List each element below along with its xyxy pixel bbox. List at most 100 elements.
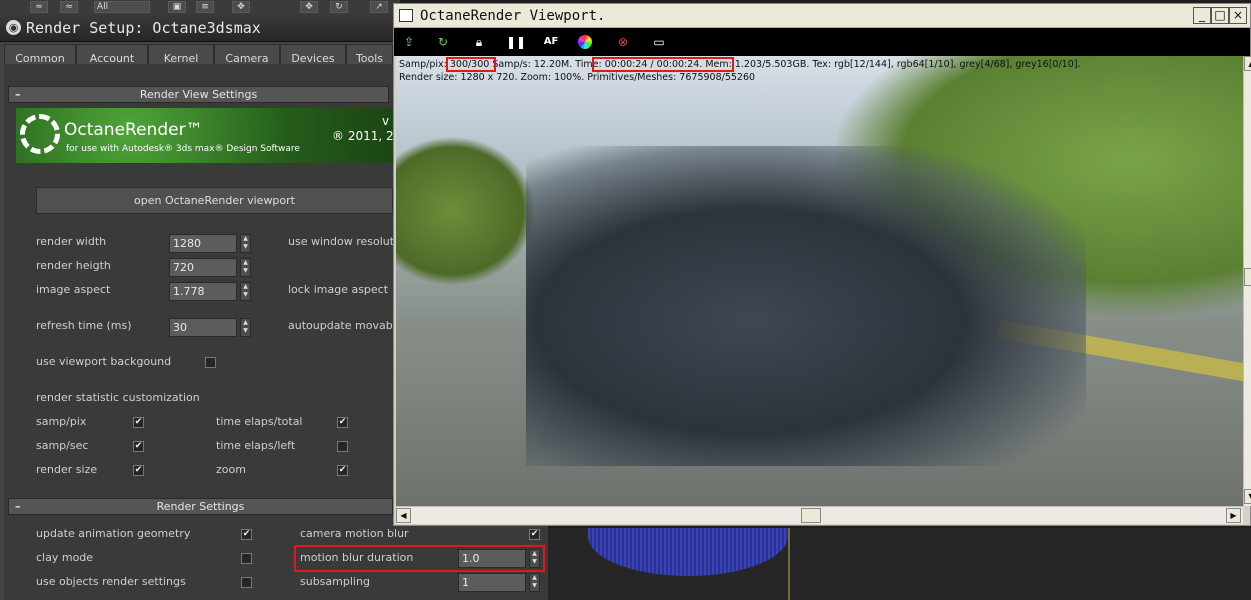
stat-label: render size xyxy=(36,463,98,476)
octane-banner: OctaneRender™ for use with Autodesk® 3ds… xyxy=(16,108,393,163)
octane-logo-icon xyxy=(20,114,60,154)
trees-left xyxy=(396,136,536,286)
version: v xyxy=(382,114,390,128)
update-animation-geometry-checkbox[interactable]: ✔ xyxy=(241,529,252,540)
select-by-name-icon[interactable]: ≡ xyxy=(196,1,214,13)
scroll-down-icon[interactable]: ▼ xyxy=(1244,489,1251,504)
tool-icon[interactable]: ≈ xyxy=(60,1,78,13)
image-aspect-input[interactable]: 1.778 xyxy=(169,282,237,301)
viewport-titlebar[interactable]: OctaneRender Viewport. _ □ × xyxy=(394,4,1250,28)
samp-sec-checkbox[interactable]: ✔ xyxy=(133,441,144,452)
brand-name: OctaneRender™ xyxy=(64,120,203,140)
rollout-title: Render Settings xyxy=(156,500,245,513)
close-button[interactable]: × xyxy=(1229,7,1247,24)
render-height-spinner[interactable]: ▲ ▼ xyxy=(240,258,251,277)
use-viewport-background-label: use viewport backgound xyxy=(36,355,172,368)
scroll-thumb[interactable] xyxy=(1244,268,1251,286)
selection-filter-dropdown[interactable]: All xyxy=(94,1,150,13)
samp-pix-checkbox[interactable]: ✔ xyxy=(133,417,144,428)
scroll-left-icon[interactable]: ◀ xyxy=(396,508,411,523)
brand-subtitle: for use with Autodesk® 3ds max® Design S… xyxy=(66,144,300,154)
scroll-right-icon[interactable]: ▶ xyxy=(1226,508,1241,523)
clay-mode-label: clay mode xyxy=(36,551,94,564)
lock-icon[interactable]: 🔒︎ xyxy=(470,33,488,51)
scroll-thumb[interactable] xyxy=(801,508,821,523)
refresh-icon[interactable]: ↻ xyxy=(434,33,452,51)
render-width-input[interactable]: 1280 xyxy=(169,234,237,253)
stat-label: samp/pix xyxy=(36,415,87,428)
camera-motion-blur-label: camera motion blur xyxy=(300,527,409,540)
collapse-toggle[interactable]: – xyxy=(15,499,21,514)
collapse-toggle[interactable]: – xyxy=(15,87,21,102)
highlight-samp-pix xyxy=(446,57,496,72)
stats-line-1: Samp/pix: 300/300 Samp/s: 12.20M. Time: … xyxy=(399,59,1081,70)
af-icon[interactable]: AF xyxy=(542,33,560,51)
render-view-settings-rollout[interactable]: – Render View Settings xyxy=(8,86,389,103)
color-wheel-icon[interactable] xyxy=(578,35,592,49)
lock-image-aspect-label: lock image aspect xyxy=(288,283,389,296)
camera-motion-blur-checkbox[interactable]: ✔ xyxy=(529,529,540,540)
clay-mode-checkbox[interactable] xyxy=(241,553,252,564)
zoom-checkbox[interactable]: ✔ xyxy=(337,465,348,476)
refresh-time-spinner[interactable]: ▲ ▼ xyxy=(240,318,251,337)
render-size-checkbox[interactable]: ✔ xyxy=(133,465,144,476)
horizontal-scrollbar[interactable]: ◀ ▶ xyxy=(396,506,1243,524)
use-viewport-background-checkbox[interactable] xyxy=(205,357,216,368)
image-aspect-spinner[interactable]: ▲ ▼ xyxy=(240,282,251,301)
window-title: Render Setup: Octane3dsmax xyxy=(26,19,261,37)
window-icon xyxy=(399,9,413,22)
stop-icon[interactable]: ⊗ xyxy=(614,33,632,51)
time-elaps-left-checkbox[interactable] xyxy=(337,441,348,452)
export-icon[interactable]: ⇪ xyxy=(400,33,418,51)
scene-axis-line xyxy=(788,528,790,600)
viewport-toolbar: ⇪ ↻ 🔒︎ ❚❚ AF ⊗ ▭ xyxy=(394,28,1250,56)
update-animation-geometry-label: update animation geometry xyxy=(36,527,191,540)
scroll-up-icon[interactable]: ▲ xyxy=(1244,56,1251,71)
render-width-label: render width xyxy=(36,235,107,248)
stat-customization-header: render statistic customization xyxy=(36,391,200,404)
rollout-title: Render View Settings xyxy=(139,88,258,101)
viewport-title: OctaneRender Viewport. xyxy=(420,8,606,24)
time-elaps-total-checkbox[interactable]: ✔ xyxy=(337,417,348,428)
render-width-spinner[interactable]: ▲ ▼ xyxy=(240,234,251,253)
scale-icon[interactable]: ↗ xyxy=(370,1,388,13)
use-window-resolution-label: use window resolutio xyxy=(288,235,404,248)
highlight-motion-blur xyxy=(294,545,545,572)
highlight-time xyxy=(592,57,734,72)
render-height-input[interactable]: 720 xyxy=(169,258,237,277)
stat-label: time elaps/total xyxy=(216,415,303,428)
stat-label: time elaps/left xyxy=(216,439,296,452)
render-setup-titlebar[interactable]: ◉ Render Setup: Octane3dsmax xyxy=(0,14,393,42)
refresh-time-input[interactable]: 30 xyxy=(169,318,237,337)
open-viewport-button[interactable]: open OctaneRender viewport xyxy=(36,187,393,214)
select-icon[interactable]: ▣ xyxy=(168,1,186,13)
image-aspect-label: image aspect xyxy=(36,283,111,296)
use-objects-render-settings-checkbox[interactable] xyxy=(241,577,252,588)
main-toolbar-strip: ≈ ≈ All ▣ ≡ ✥ ✥ ↻ ↗ xyxy=(0,0,400,14)
stats-line-2: Render size: 1280 x 720. Zoom: 100%. Pri… xyxy=(399,72,756,83)
car-render xyxy=(526,146,1086,466)
use-objects-render-settings-label: use objects render settings xyxy=(36,575,186,588)
render-settings-rollout[interactable]: – Render Settings xyxy=(8,498,393,515)
monitor-icon[interactable]: ▭ xyxy=(650,33,668,51)
subsampling-spinner[interactable]: ▲ ▼ xyxy=(529,573,540,592)
copyright: ® 2011, 2 xyxy=(332,129,393,143)
subsampling-input[interactable]: 1 xyxy=(458,573,526,592)
stat-label: zoom xyxy=(216,463,246,476)
move-icon[interactable]: ✥ xyxy=(300,1,318,13)
pause-icon[interactable]: ❚❚ xyxy=(506,33,526,51)
render-statistics: Samp/pix: 300/300 Samp/s: 12.20M. Time: … xyxy=(399,58,1080,84)
maximize-button[interactable]: □ xyxy=(1211,7,1229,24)
app-icon: ◉ xyxy=(6,20,21,35)
stat-label: samp/sec xyxy=(36,439,89,452)
minimize-button[interactable]: _ xyxy=(1193,7,1211,24)
refresh-time-label: refresh time (ms) xyxy=(36,319,132,332)
move-icon[interactable]: ✥ xyxy=(232,1,250,13)
rotate-icon[interactable]: ↻ xyxy=(330,1,348,13)
tool-icon[interactable]: ≈ xyxy=(30,1,48,13)
octane-viewport-window: OctaneRender Viewport. _ □ × ⇪ ↻ 🔒︎ ❚❚ A… xyxy=(393,3,1251,526)
render-image[interactable]: Samp/pix: 300/300 Samp/s: 12.20M. Time: … xyxy=(396,56,1243,506)
vertical-scrollbar[interactable]: ▲ ▼ xyxy=(1243,56,1251,506)
subsampling-label: subsampling xyxy=(300,575,370,588)
render-height-label: render heigth xyxy=(36,259,111,272)
